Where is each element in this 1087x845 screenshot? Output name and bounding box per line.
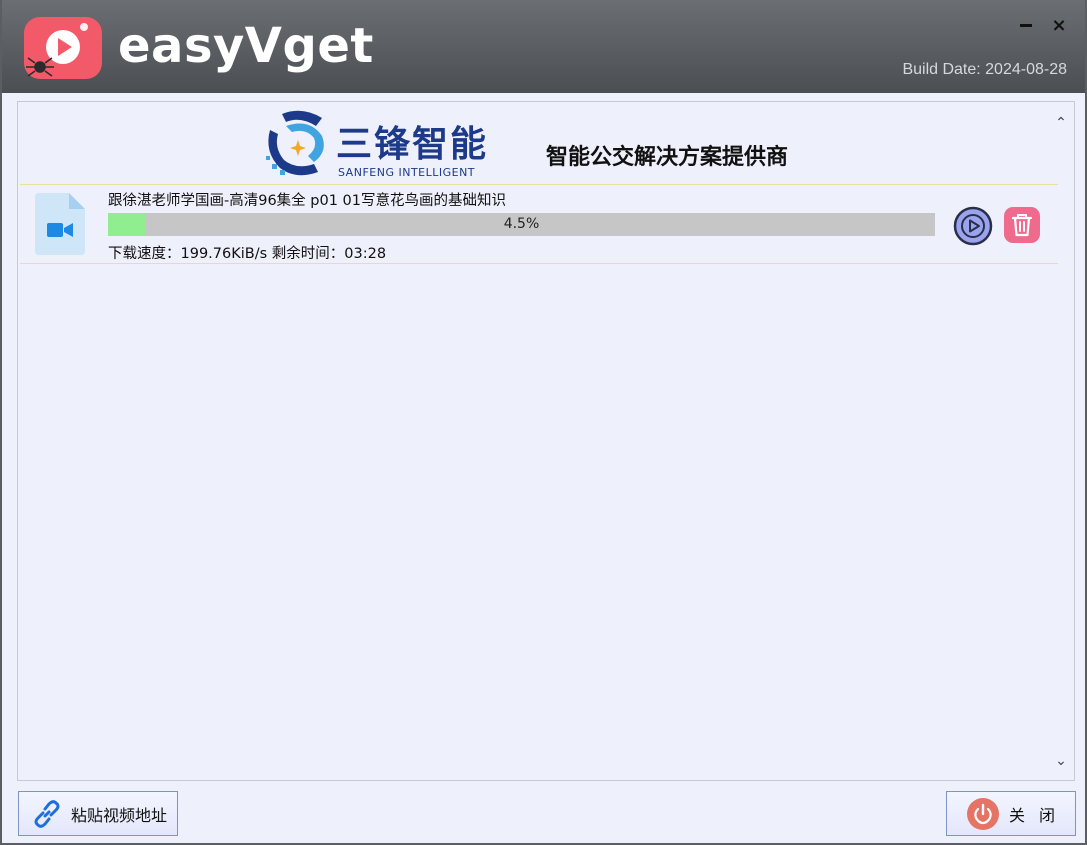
download-list-panel[interactable]: 三锋智能 SANFENG INTELLIGENT 智能公交解决方案提供商 ⌃ ⌄… — [17, 101, 1075, 781]
close-button-label: 关闭 — [1009, 805, 1070, 825]
banner-logo-en: SANFENG INTELLIGENT — [338, 166, 475, 179]
video-file-icon — [35, 193, 85, 255]
minimize-icon — [1020, 23, 1032, 27]
paste-video-url-button[interactable]: 粘贴视频地址 — [18, 791, 178, 836]
minimize-button[interactable] — [1015, 14, 1037, 36]
download-item: 跟徐湛老师学国画-高清96集全 p01 01写意花鸟画的基础知识 4.5% 下载… — [20, 184, 1058, 264]
banner-logo-cn: 三锋智能 — [336, 124, 488, 165]
power-icon — [967, 797, 999, 830]
link-icon — [34, 799, 60, 828]
download-status: 下载速度：199.76KiB/s 剩余时间：03:28 — [108, 246, 387, 262]
app-window: easyVget Build Date: 2024-08-28 × 三锋智能 S… — [0, 0, 1087, 845]
download-title: 跟徐湛老师学国画-高清96集全 p01 01写意花鸟画的基础知识 — [108, 193, 507, 209]
progress-label: 4.5% — [503, 216, 540, 232]
scroll-down-icon[interactable]: ⌄ — [1054, 754, 1068, 768]
play-icon[interactable] — [953, 206, 993, 246]
scroll-up-icon[interactable]: ⌃ — [1054, 116, 1068, 130]
close-button[interactable]: 关闭 — [946, 791, 1076, 836]
app-logo-icon — [24, 17, 102, 79]
app-title: easyVget — [118, 18, 374, 74]
title-bar: easyVget Build Date: 2024-08-28 × — [2, 0, 1085, 93]
close-window-button[interactable]: × — [1048, 14, 1070, 36]
trash-icon[interactable] — [1003, 206, 1041, 244]
banner-tagline: 智能公交解决方案提供商 — [546, 145, 789, 170]
paste-button-label: 粘贴视频地址 — [71, 805, 168, 825]
build-date: Build Date: 2024-08-28 — [902, 61, 1067, 78]
download-progress-bar: 4.5% — [108, 213, 935, 236]
